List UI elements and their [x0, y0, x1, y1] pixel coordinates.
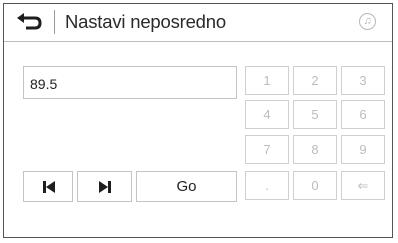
- keypad-key-5[interactable]: 5: [293, 100, 337, 129]
- keypad-key-3[interactable]: 3: [341, 66, 385, 95]
- previous-station-button[interactable]: [23, 171, 73, 202]
- music-note-icon[interactable]: ♫: [359, 13, 376, 30]
- go-button[interactable]: Go: [136, 171, 237, 202]
- header-divider: [54, 10, 55, 34]
- back-button[interactable]: [10, 7, 50, 38]
- keypad-key-1[interactable]: 1: [245, 66, 289, 95]
- header-bar: Nastavi neposredno ♫: [4, 4, 392, 42]
- next-station-button[interactable]: [77, 171, 132, 202]
- keypad-backspace-key[interactable]: ⇐: [341, 171, 385, 200]
- keypad-key-9[interactable]: 9: [341, 135, 385, 164]
- keypad-key-0[interactable]: 0: [293, 171, 337, 200]
- keypad-key-4[interactable]: 4: [245, 100, 289, 129]
- keypad-key-2[interactable]: 2: [293, 66, 337, 95]
- keypad-key-8[interactable]: 8: [293, 135, 337, 164]
- back-arrow-icon: [17, 13, 42, 30]
- keypad-key-6[interactable]: 6: [341, 100, 385, 129]
- keypad-key-decimal[interactable]: .: [245, 171, 289, 200]
- skip-next-icon: [99, 181, 111, 193]
- keypad-key-7[interactable]: 7: [245, 135, 289, 164]
- skip-previous-icon: [43, 181, 55, 193]
- page-title: Nastavi neposredno: [65, 11, 226, 32]
- frequency-input[interactable]: 89.5: [23, 66, 237, 99]
- direct-tune-screen: Nastavi neposredno ♫ 89.5 Go 1 2 3 4 5 6…: [3, 3, 393, 238]
